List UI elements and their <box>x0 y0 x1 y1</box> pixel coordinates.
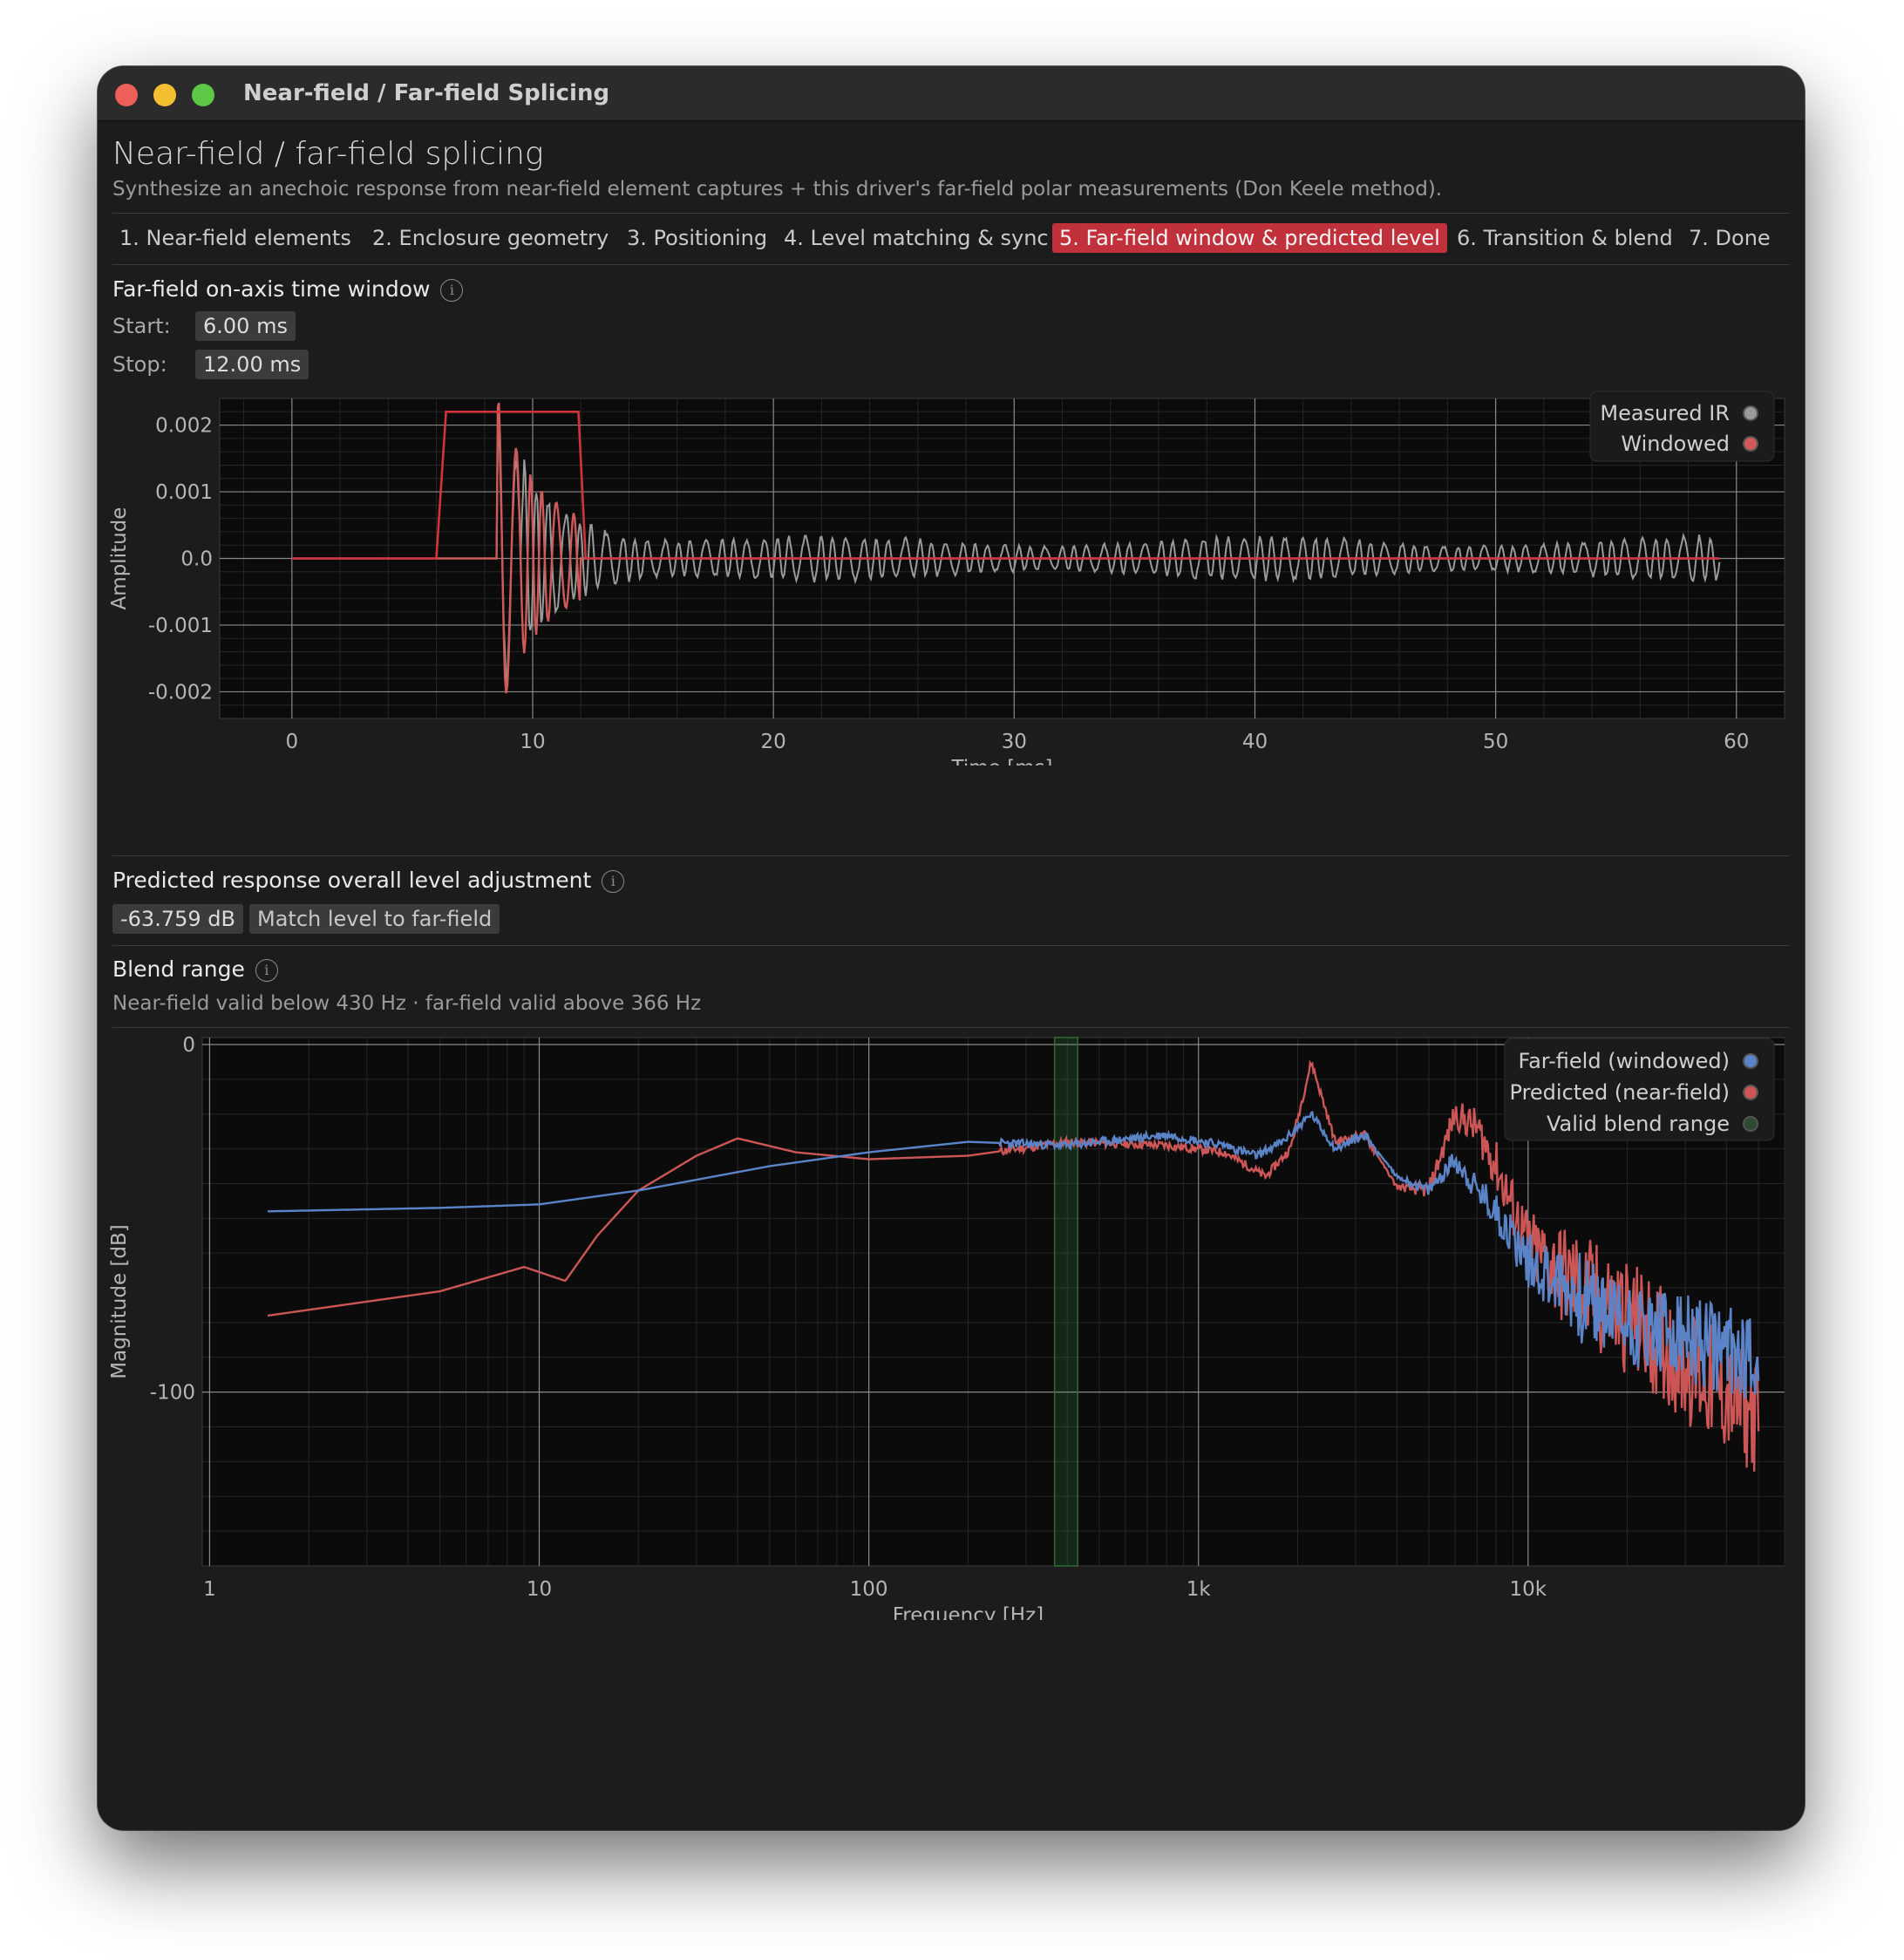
ir-x-axis-label: Time [ms] <box>951 757 1053 766</box>
ir-x-tick-label: 30 <box>1002 731 1027 753</box>
impulse-response-chart[interactable]: 0 10 20 30 40 50 60 0.002 0.001 0.0 -0.001 -0.002 Ti… <box>98 382 1805 766</box>
tab-done[interactable]: 7. Done <box>1682 223 1778 253</box>
fr-x-axis-label: Frequency [Hz] <box>893 1604 1044 1620</box>
legend-windowed-label: Windowed <box>1621 432 1730 456</box>
main-content: Near-field / far-field splicing Synthesi… <box>108 120 1790 1830</box>
start-label: Start: <box>112 314 171 338</box>
ir-x-tick-label: 10 <box>520 731 545 753</box>
frequency-response-chart[interactable]: 1 10 100 1k 10k 0 -100 Frequency [Hz] Magnitude … <box>98 1027 1805 1620</box>
fr-x-tick-label: 1 <box>203 1578 216 1601</box>
info-icon[interactable]: i <box>602 870 625 893</box>
ir-x-tick-label: 60 <box>1724 731 1749 753</box>
fr-legend: Far-field (windowed) Predicted (near-fie… <box>1504 1038 1775 1141</box>
ir-y-axis-label: Amplitude <box>108 507 131 610</box>
fr-x-tick-label: 100 <box>850 1578 888 1601</box>
page-subtitle: Synthesize an anechoic response from nea… <box>112 178 1443 201</box>
level-section-title: Predicted response overall level adjustm… <box>112 868 625 893</box>
title-bar: Near-field / Far-field Splicing <box>98 66 1805 121</box>
legend-predicted-label: Predicted (near-field) <box>1510 1080 1730 1105</box>
blend-range-band <box>1053 1037 1078 1567</box>
ir-y-tick-label: -0.001 <box>148 615 213 637</box>
ir-x-tick-label: 50 <box>1483 731 1508 753</box>
fr-x-tick-label: 10 <box>527 1578 552 1601</box>
fr-x-tick-label: 10k <box>1509 1578 1547 1601</box>
legend-windowed-swatch <box>1743 436 1758 452</box>
tab-near-field-elements[interactable]: 1. Near-field elements <box>112 223 358 253</box>
fr-y-tick-label: -100 <box>150 1382 195 1405</box>
legend-farfield-label: Far-field (windowed) <box>1519 1049 1731 1073</box>
tab-far-field-window[interactable]: 5. Far-field window & predicted level <box>1052 223 1447 253</box>
ir-y-tick-label: -0.002 <box>148 681 213 704</box>
window-title: Near-field / Far-field Splicing <box>243 80 610 106</box>
ir-x-tick-label: 40 <box>1242 731 1268 753</box>
step-tabs: 1. Near-field elements 2. Enclosure geom… <box>112 220 1790 256</box>
close-window-button[interactable] <box>115 84 138 106</box>
level-title: Predicted response overall level adjustm… <box>112 868 592 893</box>
info-icon[interactable]: i <box>440 279 464 302</box>
tab-level-matching[interactable]: 4. Level matching & sync <box>777 223 1056 253</box>
info-icon[interactable]: i <box>255 959 278 982</box>
divider <box>112 213 1790 214</box>
time-window-title: Far-field on-axis time window <box>112 276 431 302</box>
page-title: Near-field / far-field splicing <box>112 136 544 172</box>
stop-time-field[interactable]: 12.00 ms <box>195 350 309 379</box>
match-level-button[interactable]: Match level to far-field <box>249 904 500 934</box>
time-window-section-title: Far-field on-axis time window i <box>112 276 464 302</box>
ir-x-tick-label: 20 <box>761 731 786 753</box>
zoom-window-button[interactable] <box>192 84 214 106</box>
stop-label: Stop: <box>112 352 167 377</box>
ir-x-tick-label: 0 <box>286 731 299 753</box>
blend-section-title: Blend range i <box>112 956 278 982</box>
legend-blend-label: Valid blend range <box>1547 1112 1730 1136</box>
divider <box>112 945 1790 946</box>
blend-range-note: Near-field valid below 430 Hz · far-fiel… <box>112 992 702 1015</box>
tab-positioning[interactable]: 3. Positioning <box>620 223 774 253</box>
minimize-window-button[interactable] <box>153 84 176 106</box>
legend-predicted-swatch <box>1743 1085 1758 1100</box>
blend-title: Blend range <box>112 956 245 982</box>
legend-measured-swatch <box>1743 405 1758 421</box>
legend-measured-label: Measured IR <box>1600 401 1730 425</box>
ir-y-tick-label: 0.0 <box>180 548 213 571</box>
divider <box>112 264 1790 265</box>
legend-blend-swatch <box>1743 1116 1758 1132</box>
tab-enclosure-geometry[interactable]: 2. Enclosure geometry <box>365 223 615 253</box>
app-window: Near-field / Far-field Splicing Near-fie… <box>98 66 1805 1830</box>
fr-x-tick-label: 1k <box>1187 1578 1212 1601</box>
divider <box>112 855 1790 856</box>
ir-legend: Measured IR Windowed <box>1589 391 1775 462</box>
ir-y-tick-label: 0.002 <box>155 415 213 438</box>
tab-transition-blend[interactable]: 6. Transition & blend <box>1450 223 1680 253</box>
level-adjustment-field[interactable]: -63.759 dB <box>112 904 243 934</box>
ir-y-tick-label: 0.001 <box>155 481 213 504</box>
fr-y-axis-label: Magnitude [dB] <box>108 1224 131 1379</box>
start-time-field[interactable]: 6.00 ms <box>195 311 296 341</box>
legend-farfield-swatch <box>1743 1053 1758 1069</box>
fr-y-tick-label: 0 <box>182 1034 195 1057</box>
